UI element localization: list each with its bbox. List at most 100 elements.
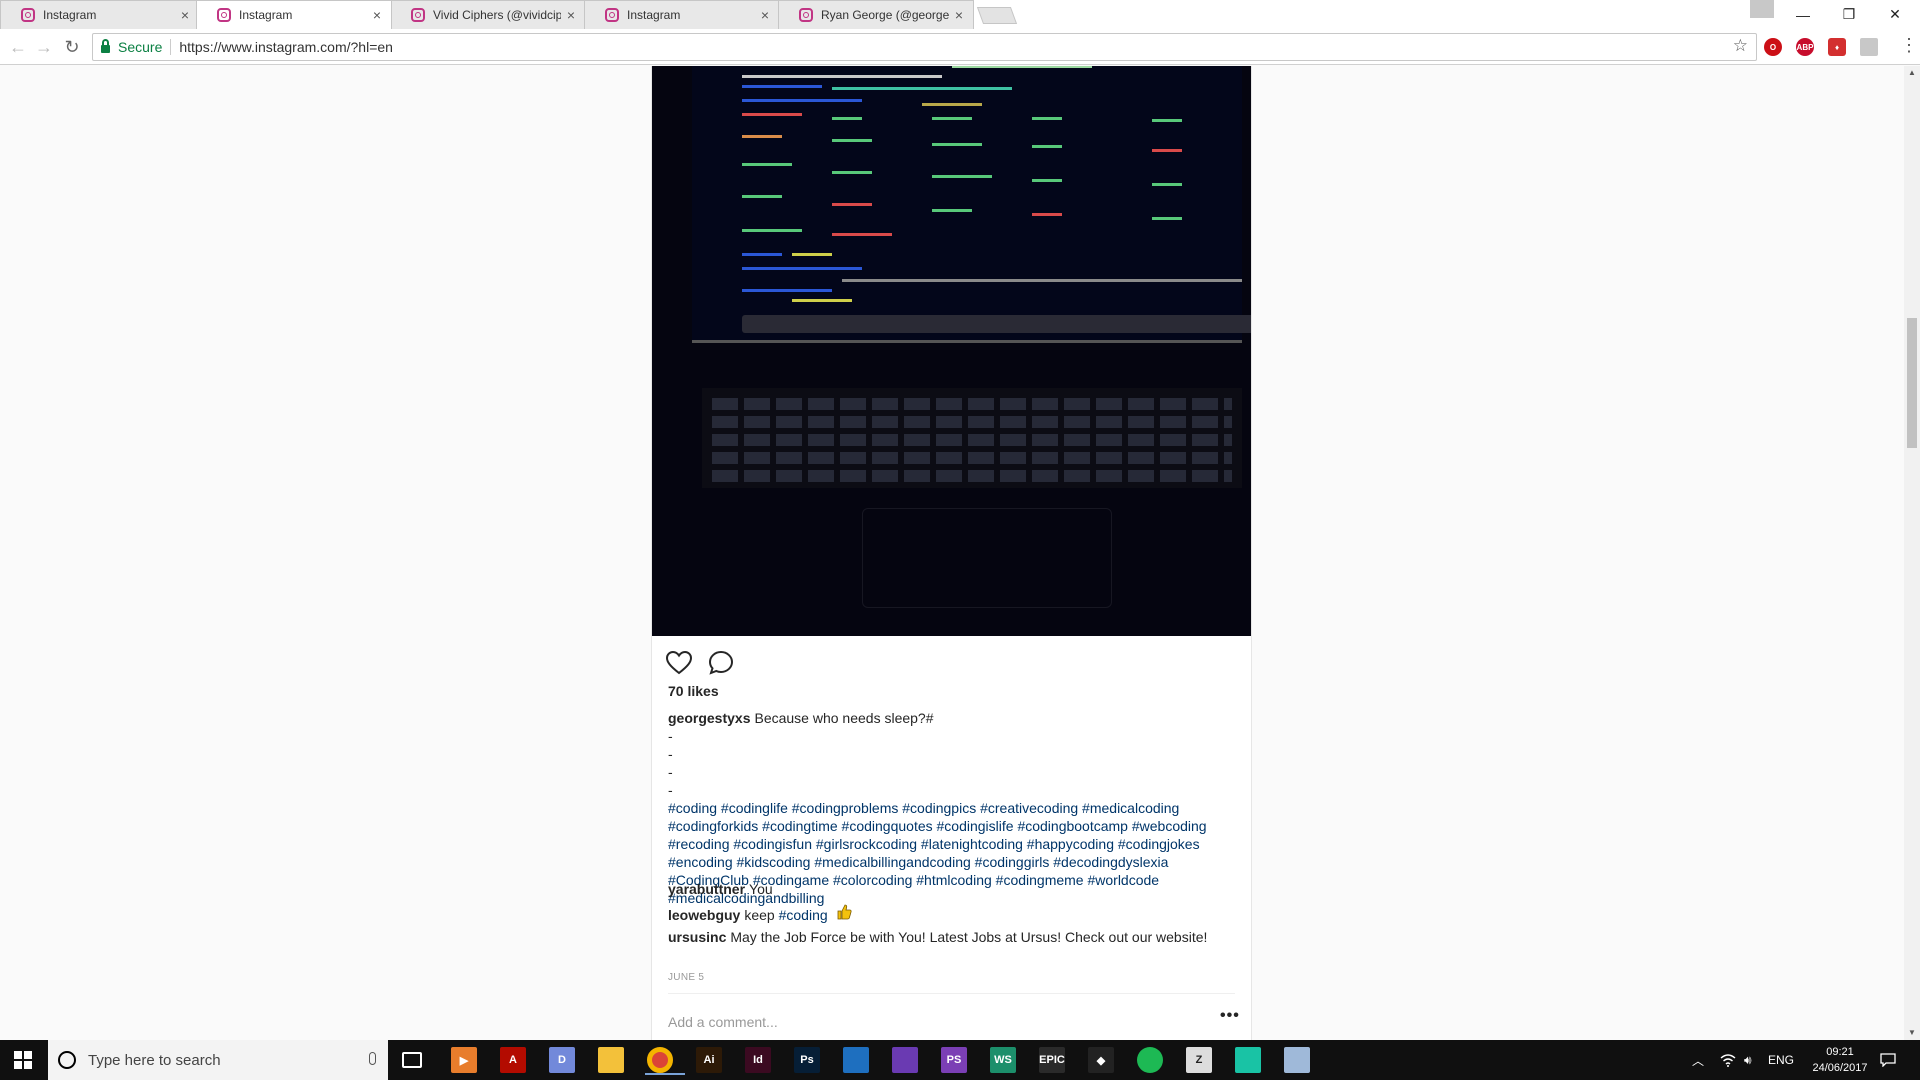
tab-instagram-2[interactable]: Instagram × xyxy=(196,0,392,29)
photoshop-icon[interactable]: Ps xyxy=(794,1047,820,1073)
taskbar-search-input[interactable] xyxy=(88,1051,358,1069)
tab-vivid-ciphers[interactable]: Vivid Ciphers (@vividcip × xyxy=(390,0,586,29)
extension-icon[interactable] xyxy=(1860,38,1878,56)
close-window-icon[interactable]: ✕ xyxy=(1872,0,1918,29)
instagram-post: 70 likes georgestyxs Because who needs sl… xyxy=(651,66,1252,1040)
close-tab-icon[interactable]: × xyxy=(373,7,381,23)
comment-text: May the Job Force be with You! Latest Jo… xyxy=(730,929,1208,945)
zbrush-icon[interactable]: Z xyxy=(1186,1047,1212,1073)
browser-tab-strip: Instagram × Instagram × Vivid Ciphers (@… xyxy=(0,0,1920,29)
scroll-thumb[interactable] xyxy=(1907,318,1917,448)
language-indicator[interactable]: ENG xyxy=(1768,1040,1794,1080)
volume-icon[interactable]: 🔊︎ xyxy=(1744,1040,1752,1080)
comment-username[interactable]: yarabuttner xyxy=(668,881,745,897)
visual-studio-icon[interactable] xyxy=(892,1047,918,1073)
instagram-favicon-icon xyxy=(217,8,231,22)
close-tab-icon[interactable]: × xyxy=(761,7,769,23)
illustrator-icon[interactable]: Ai xyxy=(696,1047,722,1073)
post-date[interactable]: JUNE 5 xyxy=(668,972,704,983)
opera-extension-icon[interactable]: O xyxy=(1764,38,1782,56)
add-comment-input[interactable] xyxy=(668,1007,1208,1037)
dock-bar xyxy=(742,315,1251,333)
snipping-tool-icon[interactable] xyxy=(1284,1047,1310,1073)
more-options-icon[interactable]: ••• xyxy=(1220,1007,1240,1025)
comment: yarabuttner You xyxy=(668,880,773,898)
media-player-icon[interactable]: ▶ xyxy=(451,1047,477,1073)
tab-label: Ryan George (@george xyxy=(821,8,949,22)
comment: ursusinc May the Job Force be with You! L… xyxy=(668,928,1207,946)
close-tab-icon[interactable]: × xyxy=(567,7,575,23)
caption-dash: - xyxy=(668,782,673,798)
epic-games-icon[interactable]: EPIC xyxy=(1039,1047,1065,1073)
windows-logo-icon xyxy=(14,1051,32,1069)
discord-icon[interactable]: D xyxy=(549,1047,575,1073)
address-bar[interactable]: Secure https://www.instagram.com/?hl=en … xyxy=(92,33,1757,61)
caption-dash: - xyxy=(668,764,673,780)
forward-arrow-icon[interactable]: → xyxy=(32,35,56,59)
caption-dash: - xyxy=(668,728,673,744)
acrobat-icon[interactable]: A xyxy=(500,1047,526,1073)
unity-icon[interactable]: ◆ xyxy=(1088,1047,1114,1073)
thumbs-up-emoji-icon xyxy=(836,904,852,924)
instagram-feed: 70 likes georgestyxs Because who needs sl… xyxy=(0,66,1904,1040)
chrome-menu-icon[interactable]: ⋮ xyxy=(1900,35,1918,56)
url-text[interactable]: https://www.instagram.com/?hl=en xyxy=(179,39,393,55)
tab-ryan-george[interactable]: Ryan George (@george × xyxy=(778,0,974,29)
restore-icon[interactable]: ❐ xyxy=(1826,0,1872,29)
comment: leowebguy keep #coding xyxy=(668,904,852,924)
phpstorm-icon[interactable]: PS xyxy=(941,1047,967,1073)
comment-text: keep xyxy=(744,907,775,923)
clock-date: 24/06/2017 xyxy=(1812,1062,1868,1074)
comment-hashtag[interactable]: #coding xyxy=(779,907,828,923)
close-tab-icon[interactable]: × xyxy=(181,7,189,23)
chrome-icon[interactable] xyxy=(645,1047,685,1075)
heart-icon[interactable] xyxy=(666,650,692,676)
comment-username[interactable]: leowebguy xyxy=(668,907,740,923)
likes-count[interactable]: 70 likes xyxy=(668,683,719,699)
laptop-screen-image xyxy=(692,66,1251,343)
bookmark-star-icon[interactable]: ☆ xyxy=(1733,36,1748,56)
taskbar-clock[interactable]: 09:21 24/06/2017 xyxy=(1810,1044,1870,1076)
windows-taskbar: ▶ AD Ai Id Ps PS WS EPIC ◆ Z ︿ 🔊︎ ENG 09:21 24/06… xyxy=(0,1040,1920,1080)
profile-icon[interactable] xyxy=(1750,0,1774,18)
omnibox-divider xyxy=(170,39,172,55)
network-icon[interactable] xyxy=(1720,1040,1736,1080)
file-explorer-icon[interactable] xyxy=(598,1047,624,1073)
browser-toolbar: ← → ↻ Secure https://www.instagram.com/?… xyxy=(0,29,1920,65)
page-scrollbar[interactable]: ▲ ▼ xyxy=(1904,66,1920,1040)
post-actions xyxy=(666,650,734,676)
comment-text: You xyxy=(749,881,773,897)
comment-username[interactable]: ursusinc xyxy=(668,929,726,945)
spotify-icon[interactable] xyxy=(1137,1047,1163,1073)
comment-icon[interactable] xyxy=(708,650,734,676)
tab-instagram-3[interactable]: Instagram × xyxy=(584,0,780,29)
back-arrow-icon[interactable]: ← xyxy=(6,35,30,59)
game-app-icon[interactable] xyxy=(1235,1047,1261,1073)
instagram-favicon-icon xyxy=(411,8,425,22)
microphone-icon[interactable] xyxy=(369,1052,376,1065)
tab-instagram-1[interactable]: Instagram × xyxy=(0,0,200,29)
new-tab-button[interactable] xyxy=(976,7,1018,24)
adblock-plus-icon[interactable]: ABP xyxy=(1796,38,1814,56)
tab-label: Instagram xyxy=(627,8,681,22)
instagram-favicon-icon xyxy=(605,8,619,22)
task-view-icon[interactable] xyxy=(402,1052,422,1068)
secure-label: Secure xyxy=(118,39,163,55)
scroll-up-icon[interactable]: ▲ xyxy=(1908,68,1916,77)
caption-dash: - xyxy=(668,746,673,762)
start-button[interactable] xyxy=(0,1040,46,1080)
webstorm-icon[interactable]: WS xyxy=(990,1047,1016,1073)
taskbar-search[interactable] xyxy=(48,1040,388,1080)
vscode-icon[interactable] xyxy=(843,1047,869,1073)
show-hidden-icons-icon[interactable]: ︿ xyxy=(1692,1040,1704,1080)
action-center-icon[interactable] xyxy=(1880,1040,1896,1080)
post-photo[interactable] xyxy=(652,66,1251,636)
caption-username[interactable]: georgestyxs xyxy=(668,710,750,726)
minimize-icon[interactable]: — xyxy=(1780,0,1826,29)
reload-icon[interactable]: ↻ xyxy=(60,35,84,59)
close-tab-icon[interactable]: × xyxy=(955,7,963,23)
indesign-icon[interactable]: Id xyxy=(745,1047,771,1073)
caption-text: Because who needs sleep?# xyxy=(754,710,934,726)
shield-extension-icon[interactable]: ♦ xyxy=(1828,38,1846,56)
scroll-down-icon[interactable]: ▼ xyxy=(1908,1028,1916,1037)
